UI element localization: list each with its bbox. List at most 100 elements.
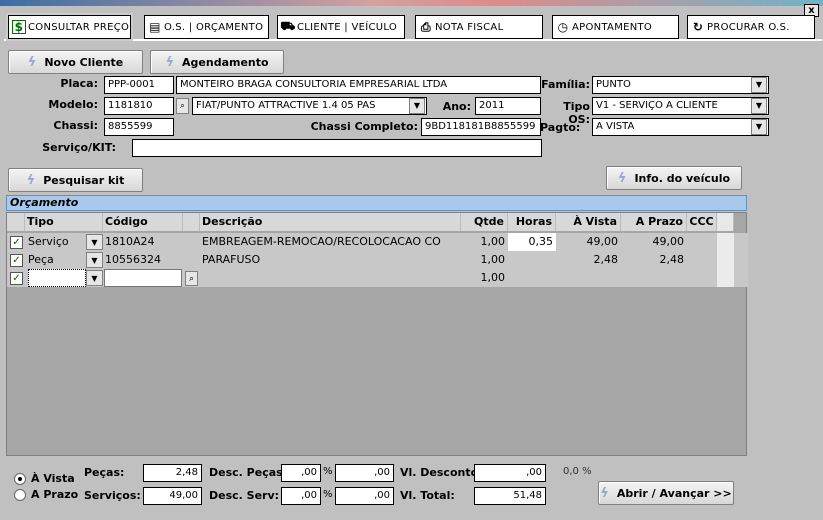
cell-codigo[interactable] — [104, 269, 182, 287]
col-header-horas: Horas — [508, 213, 556, 231]
button-label: Info. do veículo — [634, 171, 731, 185]
vl-desconto-field[interactable]: ,00 — [474, 464, 546, 482]
col-header-aprazo: A Prazo — [621, 213, 687, 231]
servico-kit-field[interactable] — [132, 139, 542, 157]
lightning-icon: ϟ — [165, 54, 175, 70]
car-icon: ⛟ — [280, 19, 296, 33]
tab-os-orcamento[interactable]: ▤ O.S. | ORÇAMENTO — [144, 15, 269, 39]
chevron-down-icon[interactable]: ▼ — [751, 77, 767, 93]
aprazo-label: A Prazo — [31, 488, 79, 501]
col-header-ccc: CCC — [687, 213, 717, 231]
cell-tipo[interactable] — [28, 269, 86, 287]
document-icon: ▤ — [149, 20, 161, 34]
agendamento-button[interactable]: ϟ Agendamento — [150, 50, 284, 74]
cell-horas[interactable]: 0,35 — [508, 233, 556, 251]
avista-label: À Vista — [31, 472, 75, 485]
chevron-down-icon[interactable]: ▼ — [751, 98, 767, 114]
tab-label: O.S. | ORÇAMENTO — [164, 21, 264, 33]
grid-header-extra — [717, 213, 734, 231]
chevron-down-icon[interactable]: ▼ — [86, 234, 103, 250]
cell-codigo: 1810A24 — [105, 235, 155, 248]
cell-tipo: Peça — [28, 253, 54, 266]
table-row[interactable]: ✓ Peça ▼ 10556324 PARAFUSO 1,00 2,48 2,4… — [7, 251, 748, 269]
table-row[interactable]: ✓ ▼ ⌕ 1,00 — [7, 269, 748, 287]
cell-aprazo: 2,48 — [659, 253, 685, 266]
placa-field[interactable]: PPP-0001 — [104, 76, 174, 94]
pesquisar-kit-button[interactable]: ϟ Pesquisar kit — [8, 168, 143, 192]
tab-nota-fiscal[interactable]: ⎙ NOTA FISCAL — [415, 15, 543, 39]
tab-label: CLIENTE | VEÍCULO — [297, 21, 398, 33]
modelo-field[interactable]: 1181810 — [104, 97, 174, 115]
desc-pecas-val-field[interactable]: ,00 — [335, 464, 394, 482]
servicos-field[interactable]: 49,00 — [143, 487, 202, 505]
familia-value: PUNTO — [596, 79, 631, 90]
chassi-label: Chassi: — [53, 119, 98, 132]
chevron-down-icon[interactable]: ▼ — [409, 98, 425, 114]
percent-label: % — [323, 489, 333, 500]
tab-label: NOTA FISCAL — [435, 21, 504, 33]
row-checkbox[interactable]: ✓ — [10, 236, 23, 249]
aprazo-radio[interactable] — [14, 489, 26, 501]
cell-horas — [508, 269, 556, 287]
cliente-field[interactable]: MONTEIRO BRAGA CONSULTORIA EMPRESARIAL L… — [176, 76, 541, 94]
cell-extra — [717, 251, 734, 269]
modelo-desc-value: FIAT/PUNTO ATTRACTIVE 1.4 05 PAS — [196, 100, 376, 111]
button-label: Agendamento — [182, 55, 269, 69]
pecas-field[interactable]: 2,48 — [143, 464, 202, 482]
col-header-qtde: Qtde — [461, 213, 508, 231]
servicos-label: Serviços: — [84, 489, 141, 502]
desc-serv-pct-field[interactable]: ,00 — [281, 487, 321, 505]
desc-pecas-label: Desc. Peças: — [209, 466, 288, 479]
familia-label: Família: — [541, 78, 590, 91]
ano-field[interactable]: 2011 — [475, 97, 541, 115]
chassi-field[interactable]: 8855599 — [104, 118, 174, 136]
button-label: Abrir / Avançar >> — [616, 486, 732, 500]
pagto-value: A VISTA — [596, 121, 635, 132]
cell-ccc — [687, 269, 717, 287]
tipo-os-select[interactable]: V1 - SERVIÇO A CLIENTE ▼ — [592, 97, 769, 115]
chevron-down-icon[interactable]: ▼ — [751, 119, 767, 135]
cell-avista: 2,48 — [593, 253, 619, 266]
tab-consultar-preco[interactable]: $ CONSULTAR PREÇO — [6, 13, 133, 41]
row-checkbox[interactable]: ✓ — [10, 272, 23, 285]
tab-label: APONTAMENTO — [572, 21, 653, 33]
info-veiculo-button[interactable]: ϟ Info. do veículo — [606, 166, 742, 190]
lightning-icon: ϟ — [617, 170, 627, 186]
printer-icon: ⎙ — [421, 19, 431, 34]
desc-pecas-pct-field[interactable]: ,00 — [281, 464, 321, 482]
familia-select[interactable]: PUNTO ▼ — [592, 76, 769, 94]
chassi-completo-field[interactable]: 9BD118181B8855599 — [421, 118, 541, 136]
tab-apontamento[interactable]: ◷ APONTAMENTO — [552, 15, 679, 39]
modelo-label: Modelo: — [48, 98, 98, 111]
cell-ccc — [687, 233, 717, 251]
search-icon[interactable]: ⌕ — [185, 271, 198, 286]
cell-codigo: 10556324 — [105, 253, 161, 266]
cell-descricao: EMBREAGEM-REMOCAO/RECOLOCACAO CO — [202, 235, 441, 248]
lightning-icon: ϟ — [26, 172, 36, 188]
row-checkbox[interactable]: ✓ — [10, 254, 23, 267]
search-icon[interactable]: ⌕ — [176, 98, 189, 114]
cell-avista: 49,00 — [586, 235, 619, 248]
servico-kit-label: Serviço/KIT: — [42, 141, 116, 154]
desc-serv-label: Desc. Serv: — [209, 489, 280, 502]
orcamento-grid: Tipo Código Descrição Qtde Horas À Vista… — [6, 212, 748, 456]
vl-total-field[interactable]: 51,48 — [474, 487, 546, 505]
avista-radio[interactable] — [14, 473, 26, 485]
abrir-avancar-button[interactable]: ϟ Abrir / Avançar >> — [598, 481, 734, 505]
modelo-desc-field[interactable]: FIAT/PUNTO ATTRACTIVE 1.4 05 PAS ▼ — [192, 97, 427, 115]
pagto-select[interactable]: A VISTA ▼ — [592, 118, 769, 136]
desc-serv-val-field[interactable]: ,00 — [335, 487, 394, 505]
col-header-descricao: Descrição — [200, 213, 461, 231]
refresh-icon: ↻ — [692, 20, 704, 34]
chevron-down-icon[interactable]: ▼ — [86, 270, 103, 286]
novo-cliente-button[interactable]: ϟ Novo Cliente — [8, 50, 143, 74]
tab-cliente-veiculo[interactable]: ⛟ CLIENTE | VEÍCULO — [277, 15, 405, 39]
tab-procurar-os[interactable]: ↻ PROCURAR O.S. — [687, 15, 815, 39]
tab-label: CONSULTAR PREÇO — [28, 21, 130, 33]
cell-extra — [717, 269, 734, 287]
grid-header-check — [7, 213, 25, 231]
table-row[interactable]: ✓ Serviço ▼ 1810A24 EMBREAGEM-REMOCAO/RE… — [7, 233, 748, 251]
chevron-down-icon[interactable]: ▼ — [86, 252, 103, 268]
tab-label: PROCURAR O.S. — [707, 21, 790, 33]
col-header-avista: À Vista — [556, 213, 621, 231]
